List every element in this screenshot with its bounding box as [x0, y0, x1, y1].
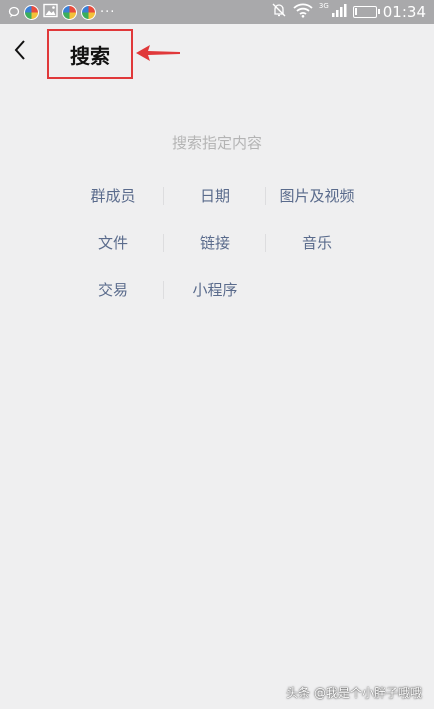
app-icon	[24, 4, 39, 20]
signal-icon	[331, 3, 347, 22]
category-transactions[interactable]: 交易	[62, 279, 164, 300]
category-images-videos[interactable]: 图片及视频	[266, 185, 368, 206]
category-row: 交易 小程序	[62, 266, 368, 313]
app-icon	[81, 4, 96, 20]
network-type-label: 3G	[318, 2, 329, 10]
mute-icon	[271, 2, 287, 22]
watermark: 头条 @我是个小胖子哦哦	[286, 686, 422, 700]
status-bar-right: 3G 01:34	[271, 2, 426, 22]
more-notifications-indicator: ···	[100, 4, 116, 20]
page-title: 搜索	[70, 43, 110, 68]
category-row: 群成员 日期 图片及视频	[62, 172, 368, 219]
battery-icon	[352, 6, 380, 18]
back-button[interactable]	[6, 36, 34, 68]
chevron-left-icon	[13, 39, 27, 65]
status-bar: ··· 3G 01:34	[0, 0, 434, 24]
wifi-icon	[293, 2, 313, 22]
status-bar-left: ···	[8, 3, 115, 21]
app-icon	[62, 4, 77, 20]
category-date[interactable]: 日期	[164, 185, 266, 206]
category-row: 文件 链接 音乐	[62, 219, 368, 266]
title-highlight-box: 搜索	[47, 29, 133, 79]
search-hint: 搜索指定内容	[171, 134, 262, 152]
image-icon	[43, 3, 58, 22]
chat-bubble-icon	[8, 3, 20, 22]
category-music[interactable]: 音乐	[266, 232, 368, 253]
category-links[interactable]: 链接	[164, 232, 266, 253]
red-arrow-annotation-icon	[136, 44, 182, 66]
status-time: 01:34	[382, 3, 426, 21]
search-category-grid: 群成员 日期 图片及视频 文件 链接 音乐 交易 小程序	[62, 172, 368, 313]
header: 搜索	[0, 24, 434, 82]
category-mini-programs[interactable]: 小程序	[164, 279, 266, 300]
category-files[interactable]: 文件	[62, 232, 164, 253]
category-group-members[interactable]: 群成员	[62, 185, 164, 206]
